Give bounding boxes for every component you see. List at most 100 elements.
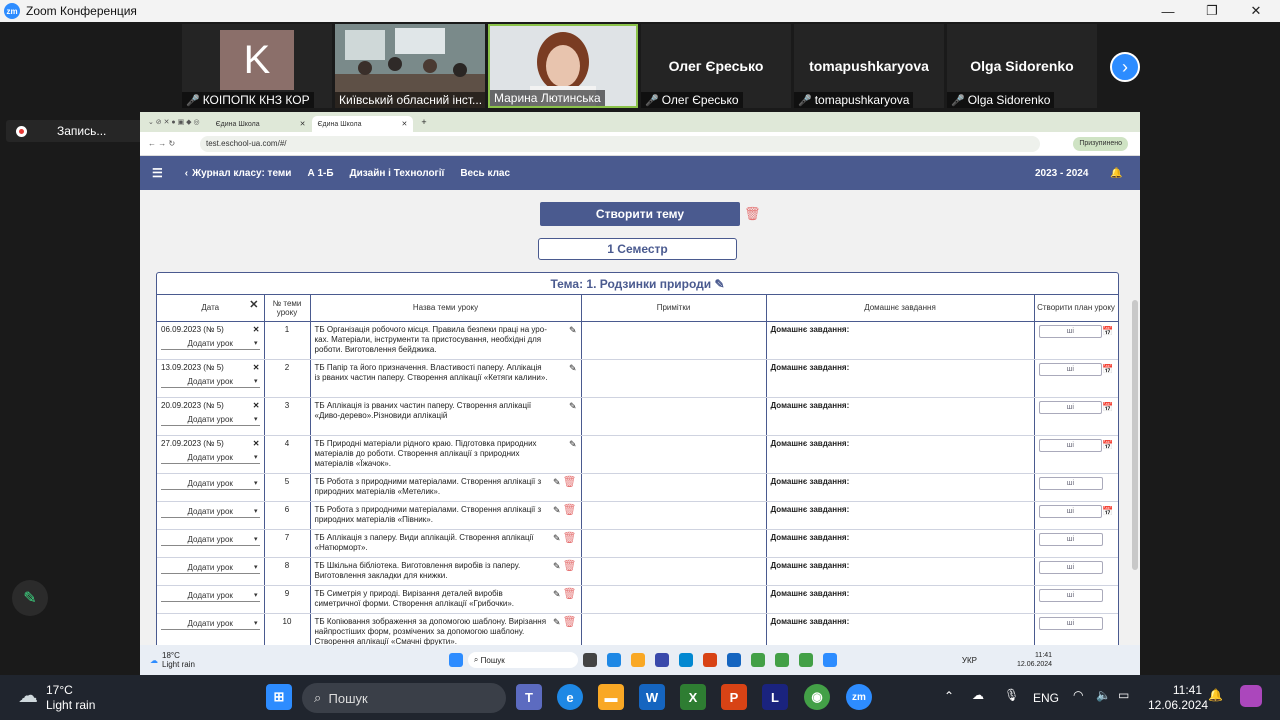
add-lesson-select[interactable]: Додати урок [161,507,260,518]
participant-tile[interactable]: tomapushkaryova 🎤 tomapushkaryova [794,24,944,108]
class-selector[interactable]: А 1-Б [307,168,333,179]
edit-topic-icon[interactable]: ✎ [715,277,725,291]
notes-cell[interactable] [581,321,767,360]
new-tab-icon[interactable]: + [421,117,426,127]
notes-cell[interactable] [581,359,767,398]
homework-cell[interactable]: Домашнє завдання: [766,435,1035,474]
notes-cell[interactable] [581,557,767,586]
homework-cell[interactable]: Домашнє завдання: [766,557,1035,586]
edit-lesson-icon[interactable]: ✎ [553,589,561,599]
participant-tile-speaking[interactable]: Марина Лютинська [488,24,638,108]
inner-search-input[interactable]: ⌕ Пошук [467,652,578,668]
battery-icon[interactable]: ▭ [1118,688,1129,702]
copilot-icon[interactable] [1240,685,1262,707]
minimize-icon[interactable]: — [1146,0,1190,22]
edit-lesson-icon[interactable]: ✎ [569,439,577,449]
tab-close-icon[interactable]: ✕ [300,120,306,128]
plan-input[interactable]: ші [1038,560,1103,574]
calendar-icon[interactable]: 📅 [1102,364,1113,374]
breadcrumb[interactable]: Журнал класу: теми [192,168,291,179]
trash-icon[interactable]: 🗑 [563,560,577,572]
powerpoint-icon[interactable] [702,653,717,667]
volume-icon[interactable]: 🔈 [1096,688,1111,702]
add-lesson-select[interactable]: Додати урок [161,563,260,574]
chrome-icon[interactable] [750,653,765,667]
close-icon[interactable]: ✕ [1234,0,1278,22]
edit-lesson-icon[interactable]: ✎ [553,477,561,487]
participant-tile[interactable]: Київський обласний інст... [335,24,485,108]
explorer-icon[interactable] [630,653,645,667]
trash-icon[interactable]: 🗑 [563,532,577,544]
lesson-date[interactable]: 06.09.2023 (№ 5) [161,325,224,335]
add-lesson-select[interactable]: Додати урок [161,453,260,464]
remove-date-icon[interactable]: ✕ [253,401,260,411]
edge-icon[interactable]: e [557,684,583,710]
edit-lesson-icon[interactable]: ✎ [553,533,561,543]
chevron-up-icon[interactable]: ⌃ [944,689,954,703]
participant-tile[interactable]: K 🎤 КОІПОПК КНЗ КОР [182,24,332,108]
homework-cell[interactable]: Домашнє завдання: [766,397,1035,436]
powerpoint-icon[interactable]: P [721,684,747,710]
notification-bell-icon[interactable]: 🔔 [1208,688,1223,702]
add-lesson-select[interactable]: Додати урок [161,591,260,602]
calendar-icon[interactable]: 📅 [1102,326,1113,336]
start-icon[interactable] [448,653,463,667]
browser-tab-active[interactable]: Єдина Школа ✕ [311,116,414,132]
remove-date-icon[interactable]: ✕ [253,325,260,335]
homework-cell[interactable]: Домашнє завдання: [766,501,1035,530]
remove-date-icon[interactable]: ✕ [253,439,260,449]
create-topic-button[interactable]: Створити тему [540,202,740,226]
back-forward-reload-icons[interactable]: ← → ↻ [148,139,175,148]
cloud-icon[interactable]: ☁ [972,688,984,702]
clear-dates-icon[interactable]: ✕ [249,298,258,311]
add-lesson-select[interactable]: Додати урок [161,535,260,546]
notes-cell[interactable] [581,585,767,614]
lesson-date[interactable]: 13.09.2023 (№ 5) [161,363,224,373]
chrome-icon[interactable] [798,653,813,667]
edit-lesson-icon[interactable]: ✎ [569,363,577,373]
bell-icon[interactable]: 🔔 [1110,168,1122,179]
lesson-date[interactable]: 20.09.2023 (№ 5) [161,401,224,411]
taskbar-search-input[interactable]: ⌕ Пошук [302,683,506,713]
trash-icon[interactable]: 🗑 [563,616,577,628]
profile-paused-button[interactable]: Призупинено [1073,136,1128,151]
maximize-icon[interactable]: ❐ [1190,0,1234,22]
semester-selector[interactable]: 1 Семестр [538,238,737,260]
start-icon[interactable]: ⊞ [266,684,292,710]
edit-lesson-icon[interactable]: ✎ [553,561,561,571]
trash-icon[interactable]: 🗑 [563,588,577,600]
lesson-date[interactable]: 27.09.2023 (№ 5) [161,439,224,449]
word-icon[interactable]: W [639,684,665,710]
annotate-button[interactable]: ✎ [12,580,48,616]
app-l-icon[interactable]: L [762,684,788,710]
homework-cell[interactable]: Домашнє завдання: [766,359,1035,398]
plan-input[interactable]: ші [1038,324,1103,338]
add-lesson-select[interactable]: Додати урок [161,619,260,630]
calendar-icon[interactable]: 📅 [1102,440,1113,450]
chrome-icon[interactable] [774,653,789,667]
plan-input[interactable]: ші [1038,438,1103,452]
school-year[interactable]: 2023 - 2024 [1035,168,1088,179]
file-explorer-icon[interactable]: ▬ [598,684,624,710]
recording-indicator[interactable]: Запись... [6,120,144,142]
scope-selector[interactable]: Весь клас [460,168,510,179]
subject-selector[interactable]: Дизайн і Технології [350,168,445,179]
notes-cell[interactable] [581,435,767,474]
zoom-icon[interactable] [822,653,837,667]
plan-input[interactable]: ші [1038,400,1103,414]
mail-icon[interactable] [678,653,693,667]
plan-input[interactable]: ші [1038,588,1103,602]
edit-lesson-icon[interactable]: ✎ [553,617,561,627]
excel-icon[interactable]: X [680,684,706,710]
edit-lesson-icon[interactable]: ✎ [569,401,577,411]
edit-lesson-icon[interactable]: ✎ [553,505,561,515]
edit-lesson-icon[interactable]: ✎ [569,325,577,335]
add-lesson-select[interactable]: Додати урок [161,479,260,490]
plan-input[interactable]: ші [1038,616,1103,630]
homework-cell[interactable]: Домашнє завдання: [766,473,1035,502]
language-indicator[interactable]: ENG [1033,691,1059,705]
trash-icon[interactable]: 🗑 [744,206,761,222]
menu-icon[interactable]: ☰ [152,166,163,180]
scrollbar[interactable] [1132,300,1138,570]
trash-icon[interactable]: 🗑 [563,504,577,516]
